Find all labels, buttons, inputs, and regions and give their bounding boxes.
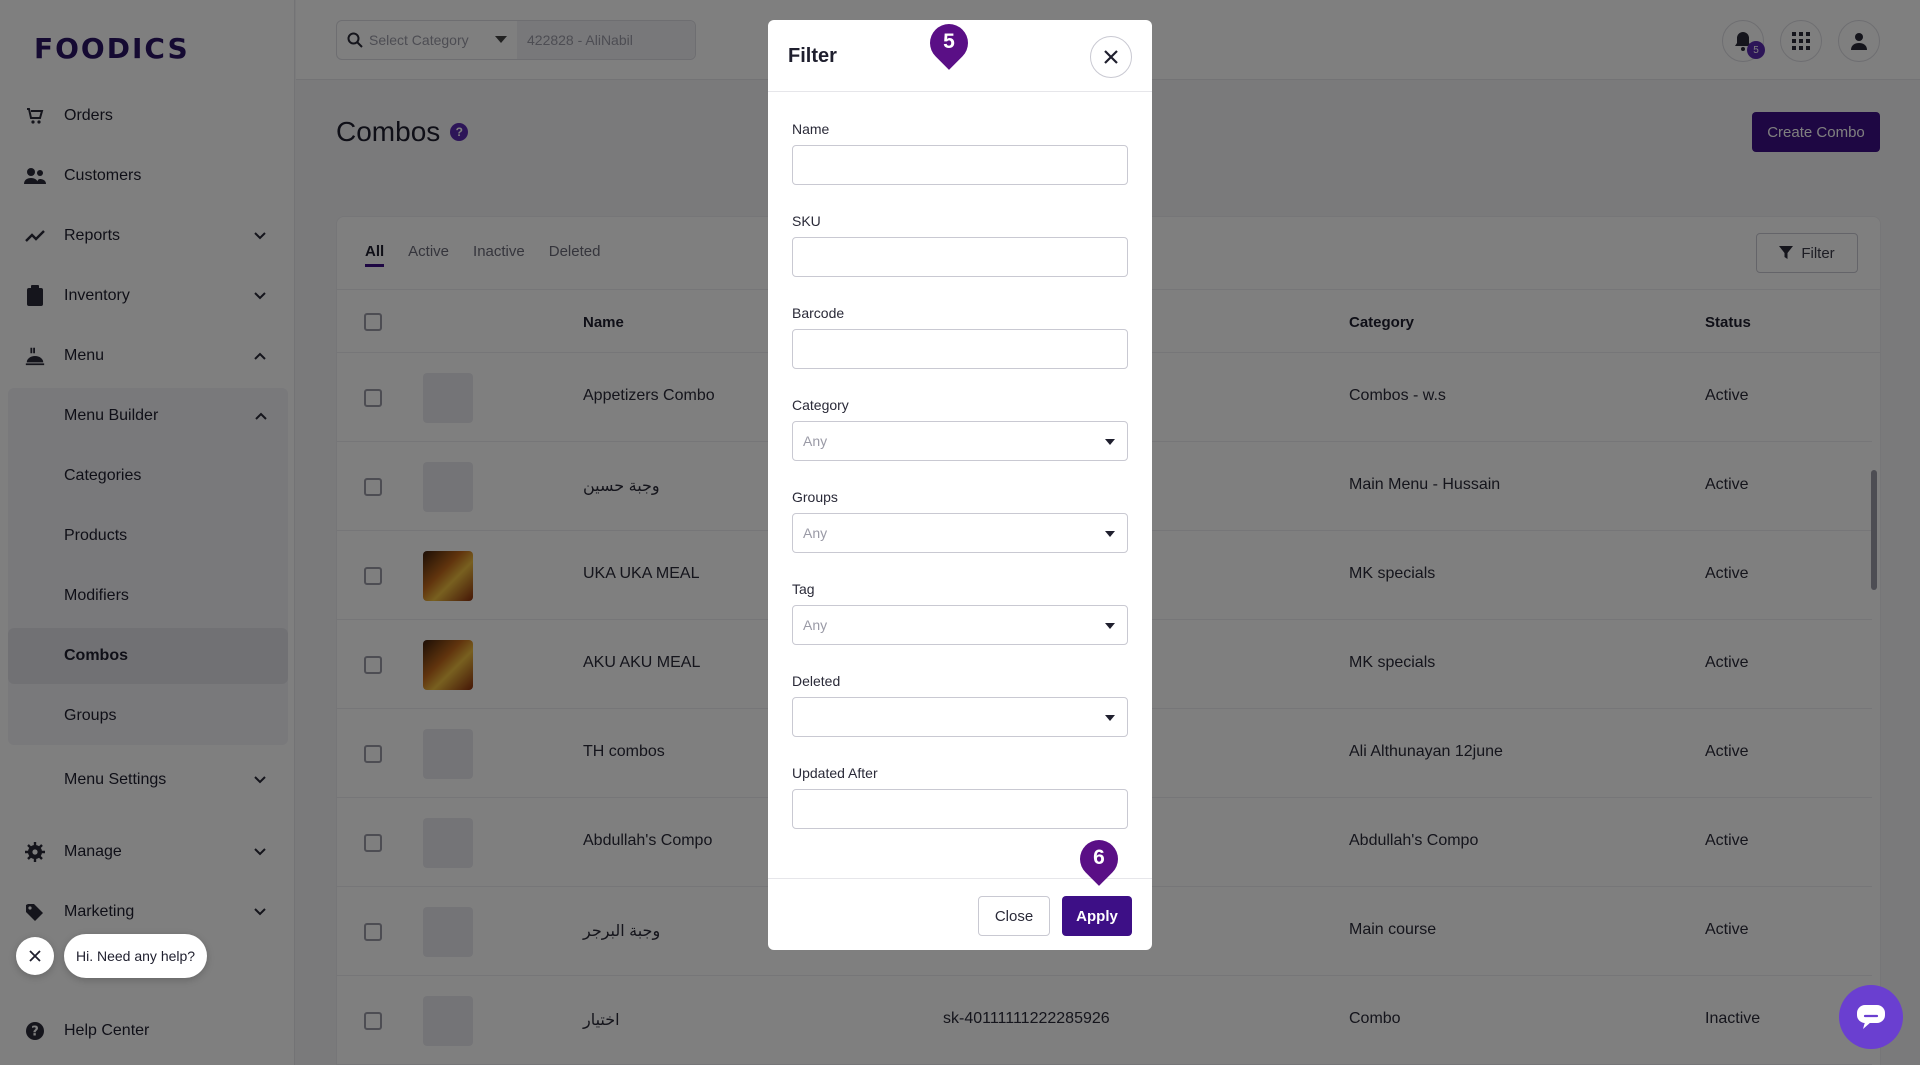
help-dismiss-button[interactable] — [16, 937, 54, 975]
name-label: Name — [792, 121, 830, 137]
close-icon — [1104, 50, 1118, 64]
step-marker-6: 6 — [1072, 832, 1126, 890]
help-bubble[interactable]: Hi. Need any help? — [64, 934, 208, 978]
deleted-select[interactable] — [792, 697, 1128, 737]
tag-select-placeholder: Any — [803, 617, 828, 633]
tag-select[interactable]: Any — [792, 605, 1128, 645]
close-icon — [29, 950, 41, 962]
groups-label: Groups — [792, 489, 838, 505]
modal-close-button[interactable] — [1090, 36, 1132, 78]
filter-modal-title: Filter — [788, 45, 837, 67]
close-button[interactable]: Close — [978, 896, 1050, 936]
name-field[interactable] — [792, 145, 1128, 185]
sku-label: SKU — [792, 213, 821, 229]
caret-down-icon — [1105, 623, 1115, 629]
apply-button[interactable]: Apply — [1062, 896, 1132, 936]
tag-label: Tag — [792, 581, 815, 597]
caret-down-icon — [1105, 531, 1115, 537]
marker-number: 6 — [1093, 846, 1105, 869]
caret-down-icon — [1105, 715, 1115, 721]
step-marker-5: 5 — [922, 16, 976, 74]
groups-select-placeholder: Any — [803, 525, 828, 541]
updated-after-label: Updated After — [792, 765, 878, 781]
groups-select[interactable]: Any — [792, 513, 1128, 553]
sku-field[interactable] — [792, 237, 1128, 277]
updated-after-field[interactable] — [792, 789, 1128, 829]
filter-modal: Filter Name SKU Barcode Category Any Gro… — [768, 20, 1152, 950]
barcode-label: Barcode — [792, 305, 845, 321]
chat-button[interactable] — [1839, 985, 1903, 1049]
caret-down-icon — [1105, 439, 1115, 445]
category-label: Category — [792, 397, 849, 413]
category-select-placeholder: Any — [803, 433, 828, 449]
deleted-label: Deleted — [792, 673, 841, 689]
chat-icon — [1857, 1005, 1885, 1029]
category-select[interactable]: Any — [792, 421, 1128, 461]
barcode-field[interactable] — [792, 329, 1128, 369]
marker-number: 5 — [943, 30, 955, 53]
